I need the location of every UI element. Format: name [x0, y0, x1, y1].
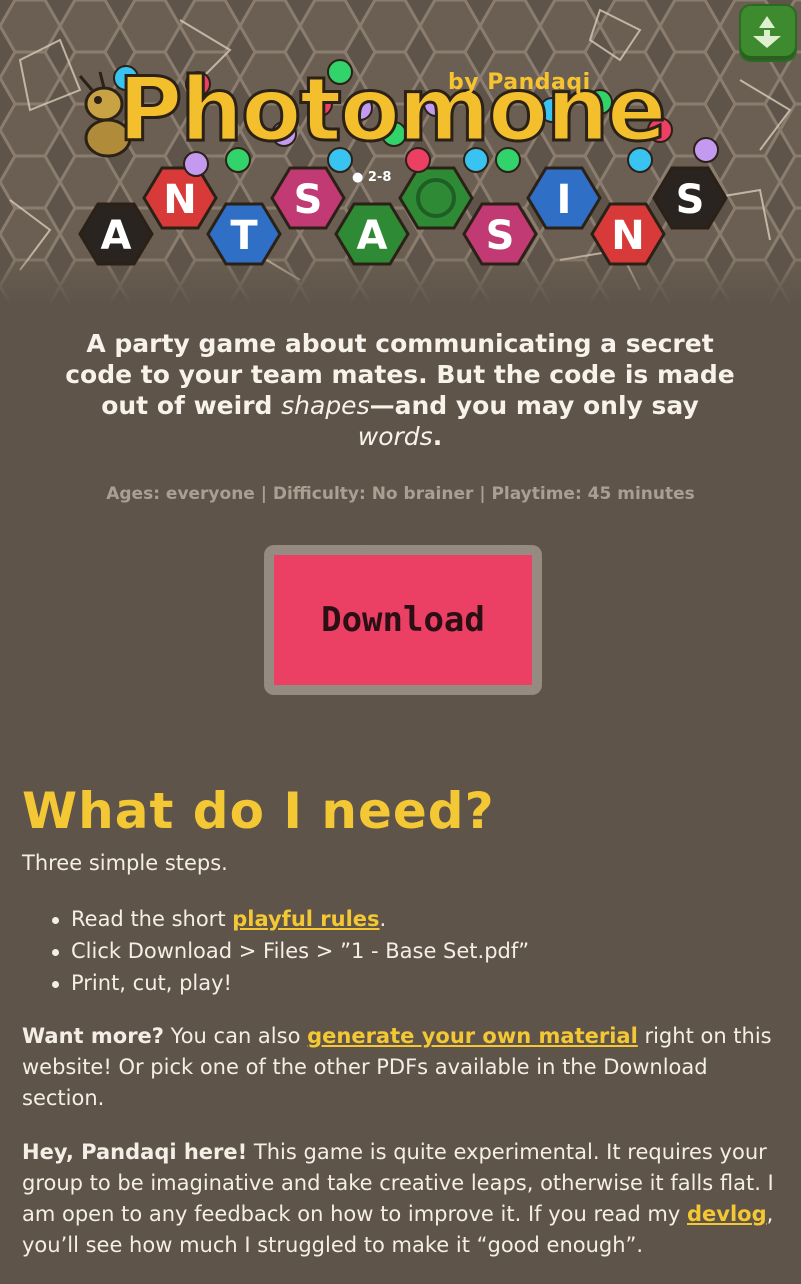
playful-rules-link[interactable]: playful rules — [232, 907, 379, 931]
want-more-label: Want more? — [22, 1024, 164, 1048]
tagline-text: —and you may only say — [369, 391, 699, 420]
tile-letter: A — [357, 213, 388, 259]
player-count-text: 2-8 — [367, 170, 392, 185]
paragraph-text: You can also — [163, 1024, 308, 1048]
player-count: ● 2-8 — [352, 170, 391, 185]
corner-menu-button[interactable] — [739, 4, 797, 62]
generate-material-link[interactable]: generate your own material — [307, 1024, 638, 1048]
download-frame: Download — [264, 545, 542, 695]
pandaqi-tree-icon — [753, 16, 781, 48]
list-item: Click Download > Files > ”1 - Base Set.p… — [22, 935, 762, 967]
header-banner: N S I S A T A S N Photomone by Pandaqi ●… — [0, 0, 801, 305]
tile-letter: I — [557, 177, 572, 223]
hey-pandaqi-label: Hey, Pandaqi here! — [22, 1140, 248, 1164]
step-text: Read the short — [71, 907, 233, 931]
step-text: . — [379, 907, 387, 931]
steps-lead: Three simple steps. — [22, 851, 228, 875]
steps-list: Read the short playful rules. Click Down… — [22, 903, 762, 999]
list-item: Read the short playful rules. — [22, 903, 762, 935]
tile-letter: N — [163, 177, 196, 223]
game-meta-info: Ages: everyone | Difficulty: No brainer … — [106, 484, 695, 504]
tile-letter: T — [230, 213, 258, 259]
devlog-link[interactable]: devlog — [687, 1202, 767, 1226]
tile-letter: S — [676, 177, 705, 223]
want-more-paragraph: Want more? You can also generate your ow… — [22, 1021, 782, 1114]
tile-letter: S — [294, 177, 323, 223]
section-heading-what-do-i-need: What do I need? — [22, 782, 495, 840]
tile-letter: S — [486, 213, 515, 259]
tagline-text: . — [432, 422, 443, 451]
tile-letter: N — [611, 213, 644, 259]
tile-letter: A — [101, 213, 132, 259]
person-icon: ● — [352, 170, 364, 185]
tagline: A party game about communicating a secre… — [60, 328, 740, 452]
list-item: Print, cut, play! — [22, 967, 762, 999]
byline: by Pandaqi — [448, 70, 591, 95]
tagline-emphasis: shapes — [281, 391, 370, 420]
download-button[interactable]: Download — [274, 555, 532, 685]
hey-pandaqi-paragraph: Hey, Pandaqi here! This game is quite ex… — [22, 1137, 782, 1261]
tagline-emphasis: words — [357, 422, 433, 451]
